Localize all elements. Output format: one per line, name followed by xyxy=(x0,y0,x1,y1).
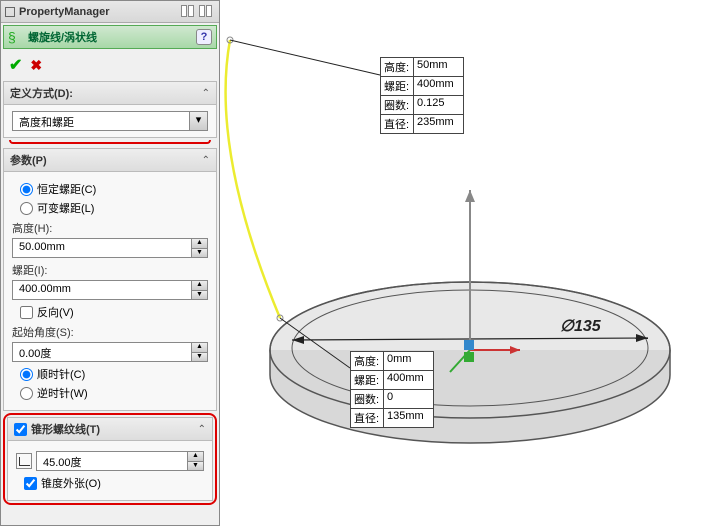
taper-enable-checkbox[interactable] xyxy=(14,423,27,436)
panel-layout-icon-1[interactable] xyxy=(181,5,197,19)
spinner-icon[interactable]: ▲▼ xyxy=(187,452,203,470)
callout-top[interactable]: 高度:50mm 螺距:400mm 圈数:0.125 直径:235mm xyxy=(380,58,464,134)
feature-header: § 螺旋线/涡状线 ? xyxy=(3,25,217,49)
help-button[interactable]: ? xyxy=(196,29,212,45)
collapse-icon: ⌃ xyxy=(202,155,210,166)
reverse-checkbox[interactable]: 反向(V) xyxy=(20,304,208,320)
pitch-label: 螺距(I): xyxy=(12,262,208,278)
radio-ccw[interactable]: 逆时针(W) xyxy=(20,385,208,401)
spinner-icon[interactable]: ▲▼ xyxy=(191,343,207,361)
spinner-icon[interactable]: ▲▼ xyxy=(191,281,207,299)
diameter-dimension[interactable]: ∅135 xyxy=(560,316,601,336)
feature-name: 螺旋线/涡状线 xyxy=(28,29,196,45)
annotation-mark-1 xyxy=(9,140,211,144)
panel-layout-icon-2[interactable] xyxy=(199,5,215,19)
pitch-input[interactable]: 400.00mm ▲▼ xyxy=(12,280,208,300)
start-angle-input[interactable]: 0.00度 ▲▼ xyxy=(12,342,208,362)
annotation-mark-2: 锥形螺纹线(T) ⌃ 45.00度 ▲▼ 锥度外张(O) xyxy=(3,413,217,505)
definition-dropdown[interactable]: 高度和螺距 ▾ xyxy=(12,111,208,131)
panel-menu-icon[interactable] xyxy=(5,7,15,17)
section-definition: 定义方式(D): ⌃ 高度和螺距 ▾ xyxy=(3,81,217,138)
confirm-actions: ✔ ✖ xyxy=(1,51,219,79)
height-input[interactable]: 50.00mm ▲▼ xyxy=(12,238,208,258)
section-params-title: 参数(P) xyxy=(10,152,202,168)
panel-titlebar: PropertyManager xyxy=(1,1,219,23)
section-params: 参数(P) ⌃ 恒定螺距(C) 可变螺距(L) 高度(H): 50.00mm ▲… xyxy=(3,148,217,411)
collapse-icon: ⌃ xyxy=(202,88,210,99)
section-params-header[interactable]: 参数(P) ⌃ xyxy=(4,149,216,172)
section-taper-title: 锥形螺纹线(T) xyxy=(31,421,198,437)
section-definition-title: 定义方式(D): xyxy=(10,85,202,101)
helix-icon: § xyxy=(8,29,24,45)
start-angle-label: 起始角度(S): xyxy=(12,324,208,340)
radio-constant-pitch[interactable]: 恒定螺距(C) xyxy=(20,181,208,197)
graphics-view[interactable]: ∅135 高度:50mm 螺距:400mm 圈数:0.125 直径:235mm … xyxy=(220,0,705,526)
section-taper-header[interactable]: 锥形螺纹线(T) ⌃ xyxy=(8,418,212,441)
radio-cw[interactable]: 顺时针(C) xyxy=(20,366,208,382)
taper-outward-checkbox[interactable]: 锥度外张(O) xyxy=(24,475,204,491)
radio-variable-pitch[interactable]: 可变螺距(L) xyxy=(20,200,208,216)
section-taper: 锥形螺纹线(T) ⌃ 45.00度 ▲▼ 锥度外张(O) xyxy=(7,417,213,501)
angle-icon xyxy=(16,453,32,469)
ok-button[interactable]: ✔ xyxy=(9,55,22,75)
definition-dropdown-value: 高度和螺距 xyxy=(13,112,189,130)
callout-bottom[interactable]: 高度:0mm 螺距:400mm 圈数:0 直径:135mm xyxy=(350,352,434,428)
panel-title: PropertyManager xyxy=(19,6,179,18)
taper-angle-input[interactable]: 45.00度 ▲▼ xyxy=(36,451,204,471)
property-manager-panel: PropertyManager § 螺旋线/涡状线 ? ✔ ✖ 定义方式(D):… xyxy=(0,0,220,526)
collapse-icon: ⌃ xyxy=(198,424,206,435)
cancel-button[interactable]: ✖ xyxy=(30,57,42,74)
spinner-icon[interactable]: ▲▼ xyxy=(191,239,207,257)
dropdown-arrow-icon: ▾ xyxy=(189,112,207,130)
height-label: 高度(H): xyxy=(12,220,208,236)
section-definition-header[interactable]: 定义方式(D): ⌃ xyxy=(4,82,216,105)
